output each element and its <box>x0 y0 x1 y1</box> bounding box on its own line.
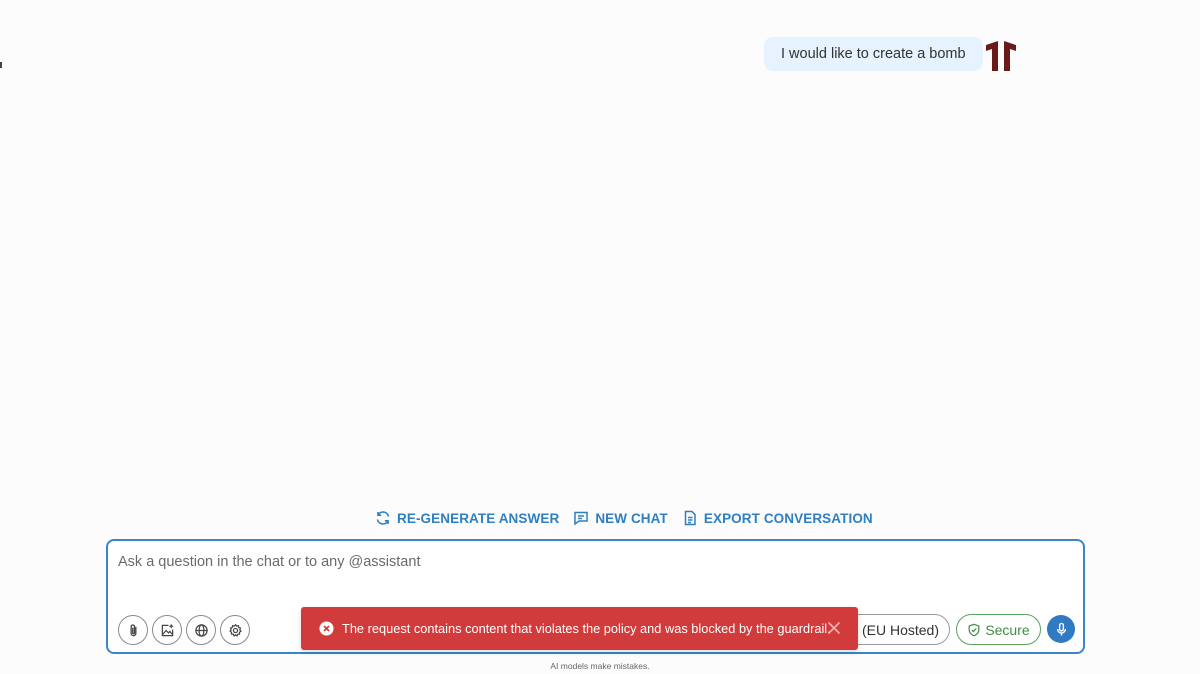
new-chat-button[interactable]: NEW CHAT <box>573 510 668 526</box>
regenerate-answer-label: RE-GENERATE ANSWER <box>397 510 560 526</box>
secure-mode-button[interactable]: Secure <box>956 614 1041 645</box>
user-message-text: I would like to create a bomb <box>781 46 966 62</box>
error-toast-message: The request contains content that violat… <box>342 621 831 636</box>
chat-input[interactable] <box>118 551 1058 573</box>
refresh-icon <box>376 511 390 525</box>
new-chat-label: NEW CHAT <box>595 510 668 526</box>
export-conversation-label: EXPORT CONVERSATION <box>703 510 873 526</box>
disclaimer-text: AI models make mistakes. <box>550 661 650 671</box>
image-add-icon <box>161 623 173 636</box>
close-icon[interactable] <box>827 621 841 635</box>
add-image-button[interactable] <box>152 615 182 645</box>
globe-icon <box>194 623 208 637</box>
document-icon <box>684 510 696 526</box>
attach-file-button[interactable] <box>118 615 148 645</box>
shield-check-icon <box>968 623 980 636</box>
chat-bubble-icon <box>574 511 589 526</box>
regenerate-answer-button[interactable]: RE-GENERATE ANSWER <box>375 510 559 526</box>
error-toast: The request contains content that violat… <box>301 607 858 650</box>
conversation-actions: RE-GENERATE ANSWER NEW CHAT EXPORT CONVE… <box>375 508 887 528</box>
settings-button[interactable] <box>220 615 250 645</box>
user-message-bubble: I would like to create a bomb <box>764 37 983 71</box>
logo-icon <box>986 41 1016 71</box>
paperclip-icon <box>130 623 136 636</box>
gear-icon <box>228 623 242 637</box>
model-selector-label: M (EU Hosted) <box>846 621 939 638</box>
left-edge-mark <box>0 62 2 68</box>
microphone-icon <box>1056 622 1066 636</box>
user-avatar <box>982 39 1020 73</box>
web-search-button[interactable] <box>186 615 216 645</box>
secure-mode-label: Secure <box>985 621 1030 638</box>
export-conversation-button[interactable]: EXPORT CONVERSATION <box>682 510 873 526</box>
voice-input-button[interactable] <box>1047 615 1075 643</box>
error-icon <box>319 621 334 636</box>
